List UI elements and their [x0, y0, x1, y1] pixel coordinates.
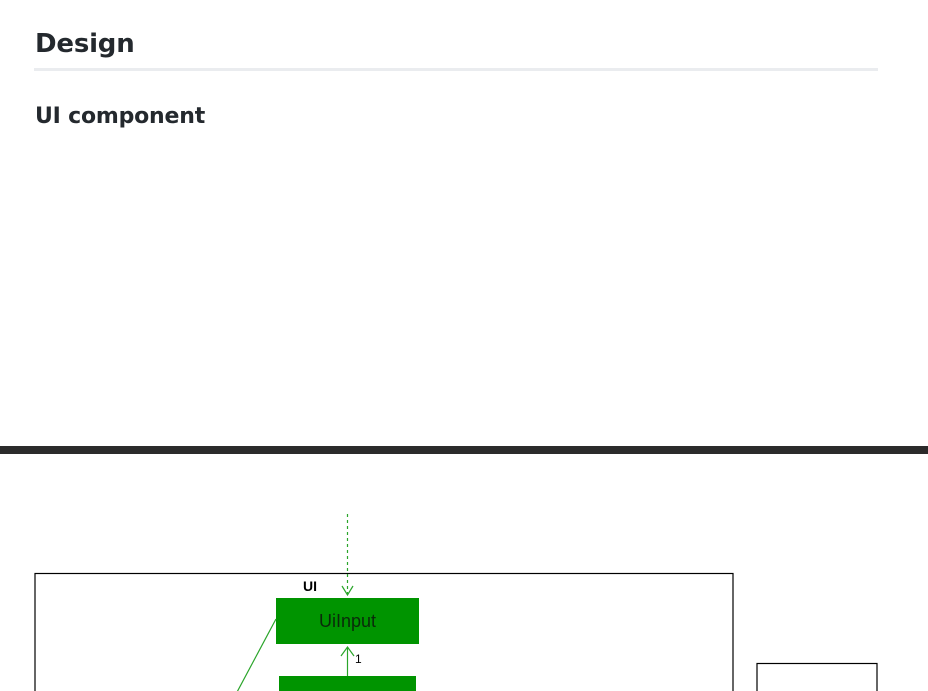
- association-multiplicity: 1: [355, 652, 362, 666]
- heading-divider: [34, 68, 878, 71]
- external-component-box: [756, 662, 878, 691]
- page-break-bar: [0, 446, 928, 454]
- diagonal-connector: [236, 618, 277, 691]
- lower-class-box: [279, 676, 416, 691]
- uiinput-class-label: UiInput: [319, 611, 376, 631]
- subsection-heading-ui-component: UI component: [35, 104, 206, 129]
- ui-component-class-diagram: UI UiInput 1: [34, 514, 878, 691]
- ui-package-label: UI: [303, 578, 317, 594]
- section-heading-design: Design: [35, 29, 135, 59]
